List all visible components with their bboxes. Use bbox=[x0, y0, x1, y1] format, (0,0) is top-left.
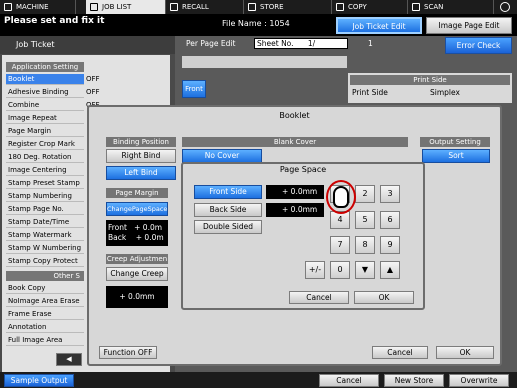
finger-icon bbox=[333, 186, 349, 208]
alert-message: Please set and fix it bbox=[4, 16, 105, 26]
key-2[interactable]: 2 bbox=[355, 185, 375, 203]
sheet-no-total: 1 bbox=[368, 39, 373, 48]
right-bind-button[interactable]: Right Bind bbox=[106, 149, 176, 163]
recall-icon bbox=[170, 3, 178, 11]
job-list-icon bbox=[90, 3, 98, 11]
application-setting-title: Application Setting bbox=[6, 62, 84, 72]
output-setting-title: Output Setting bbox=[420, 137, 490, 147]
key-8[interactable]: 8 bbox=[355, 236, 375, 254]
tab-store[interactable]: STORE bbox=[244, 0, 332, 14]
key-up[interactable]: ▲ bbox=[380, 261, 400, 279]
per-page-edit-label: Per Page Edit bbox=[186, 39, 236, 48]
function-off-button[interactable]: Function OFF bbox=[99, 346, 157, 359]
job-ticket-header: Job Ticket bbox=[0, 36, 175, 54]
setting-stamp-date-time[interactable]: Stamp Date/Time bbox=[6, 217, 84, 228]
key-6[interactable]: 6 bbox=[380, 211, 400, 229]
tab-machine[interactable]: MACHINE bbox=[0, 0, 76, 14]
key-9[interactable]: 9 bbox=[380, 236, 400, 254]
setting-stamp-preset[interactable]: Stamp Preset Stamp bbox=[6, 178, 84, 189]
sort-button[interactable]: Sort bbox=[422, 149, 490, 163]
no-cover-button[interactable]: No Cover bbox=[182, 149, 262, 163]
other-full-image-area[interactable]: Full Image Area bbox=[6, 335, 84, 346]
store-icon bbox=[248, 3, 256, 11]
scroll-left-button[interactable]: ◀ bbox=[56, 353, 82, 366]
key-3[interactable]: 3 bbox=[380, 185, 400, 203]
front-side-value[interactable]: + 0.0mm bbox=[266, 185, 324, 199]
print-side-label: Print Side bbox=[352, 88, 388, 97]
page-scroll-bar[interactable] bbox=[182, 56, 347, 68]
key-0[interactable]: 0 bbox=[330, 261, 350, 279]
key-down[interactable]: ▼ bbox=[355, 261, 375, 279]
key-5[interactable]: 5 bbox=[355, 211, 375, 229]
page-space-cancel-button[interactable]: Cancel bbox=[289, 291, 349, 304]
setting-adhesive-binding[interactable]: Adhesive Binding bbox=[6, 87, 84, 98]
setting-stamp-page-no[interactable]: Stamp Page No. bbox=[6, 204, 84, 215]
setting-stamp-copy-protect[interactable]: Stamp Copy Protect bbox=[6, 256, 84, 267]
change-creep-button[interactable]: Change Creep bbox=[106, 267, 168, 281]
front-side-button[interactable]: Front Side bbox=[194, 185, 262, 199]
setting-image-repeat[interactable]: Image Repeat bbox=[6, 113, 84, 124]
sheet-no-field[interactable]: Sheet No. 1/ bbox=[254, 38, 348, 49]
print-side-title: Print Side bbox=[350, 75, 510, 85]
booklet-cancel-button[interactable]: Cancel bbox=[372, 346, 428, 359]
back-side-value[interactable]: + 0.0mm bbox=[266, 203, 324, 217]
back-side-button[interactable]: Back Side bbox=[194, 203, 262, 217]
page-space-ok-button[interactable]: OK bbox=[354, 291, 414, 304]
key-7[interactable]: 7 bbox=[330, 236, 350, 254]
other-settings-title: Other S bbox=[6, 271, 84, 281]
print-side-value: Simplex bbox=[430, 88, 460, 97]
other-noimage-area-erase[interactable]: NoImage Area Erase bbox=[6, 296, 84, 307]
binding-position-title: Binding Position bbox=[106, 137, 176, 147]
tab-job-list[interactable]: JOB LIST bbox=[86, 0, 166, 14]
front-page-thumb[interactable]: Front bbox=[182, 80, 206, 98]
copy-icon bbox=[336, 3, 344, 11]
page-margin-values: Front + 0.0m Back + 0.0m bbox=[106, 220, 168, 246]
tab-scan[interactable]: SCAN bbox=[408, 0, 494, 14]
tab-recall[interactable]: RECALL bbox=[166, 0, 244, 14]
job-ticket-edit-tab[interactable]: Job Ticket Edit bbox=[336, 17, 422, 34]
change-page-space-button[interactable]: ChangePageSpace bbox=[106, 202, 168, 216]
globe-icon[interactable] bbox=[500, 2, 510, 12]
setting-booklet[interactable]: Booklet bbox=[6, 74, 84, 85]
setting-stamp-watermark[interactable]: Stamp Watermark bbox=[6, 230, 84, 241]
overwrite-button[interactable]: Overwrite bbox=[449, 374, 509, 387]
page-margin-title: Page Margin bbox=[106, 188, 168, 198]
footer-cancel-button[interactable]: Cancel bbox=[319, 374, 379, 387]
image-page-edit-tab[interactable]: Image Page Edit bbox=[426, 17, 512, 34]
file-name: File Name : 1054 bbox=[222, 19, 290, 28]
setting-image-centering[interactable]: Image Centering bbox=[6, 165, 84, 176]
new-store-button[interactable]: New Store bbox=[384, 374, 444, 387]
other-book-copy[interactable]: Book Copy bbox=[6, 283, 84, 294]
setting-combine[interactable]: Combine bbox=[6, 100, 84, 111]
setting-value: OFF bbox=[86, 75, 100, 83]
other-annotation[interactable]: Annotation bbox=[6, 322, 84, 333]
creep-value: + 0.0mm bbox=[106, 286, 168, 308]
creep-adjustment-title: Creep Adjustmen bbox=[106, 254, 168, 264]
error-check-button[interactable]: Error Check bbox=[445, 37, 512, 54]
setting-register-crop-mark[interactable]: Register Crop Mark bbox=[6, 139, 84, 150]
setting-stamp-numbering[interactable]: Stamp Numbering bbox=[6, 191, 84, 202]
setting-180-rotation[interactable]: 180 Deg. Rotation bbox=[6, 152, 84, 163]
double-sided-button[interactable]: Double Sided bbox=[194, 220, 262, 234]
tab-copy[interactable]: COPY bbox=[332, 0, 408, 14]
blank-cover-title: Blank Cover bbox=[182, 137, 408, 147]
setting-page-margin[interactable]: Page Margin bbox=[6, 126, 84, 137]
sample-output-button[interactable]: Sample Output bbox=[4, 374, 74, 387]
booklet-ok-button[interactable]: OK bbox=[436, 346, 494, 359]
setting-stamp-w-numbering[interactable]: Stamp W Numbering bbox=[6, 243, 84, 254]
other-frame-erase[interactable]: Frame Erase bbox=[6, 309, 84, 320]
page-space-dialog-title: Page Space bbox=[279, 165, 327, 174]
scan-icon bbox=[412, 3, 420, 11]
left-bind-button[interactable]: Left Bind bbox=[106, 166, 176, 180]
setting-value: OFF bbox=[86, 88, 100, 96]
machine-icon bbox=[4, 3, 12, 11]
booklet-dialog-title: Booklet bbox=[279, 111, 310, 120]
key-plus-minus[interactable]: +/- bbox=[305, 261, 325, 279]
